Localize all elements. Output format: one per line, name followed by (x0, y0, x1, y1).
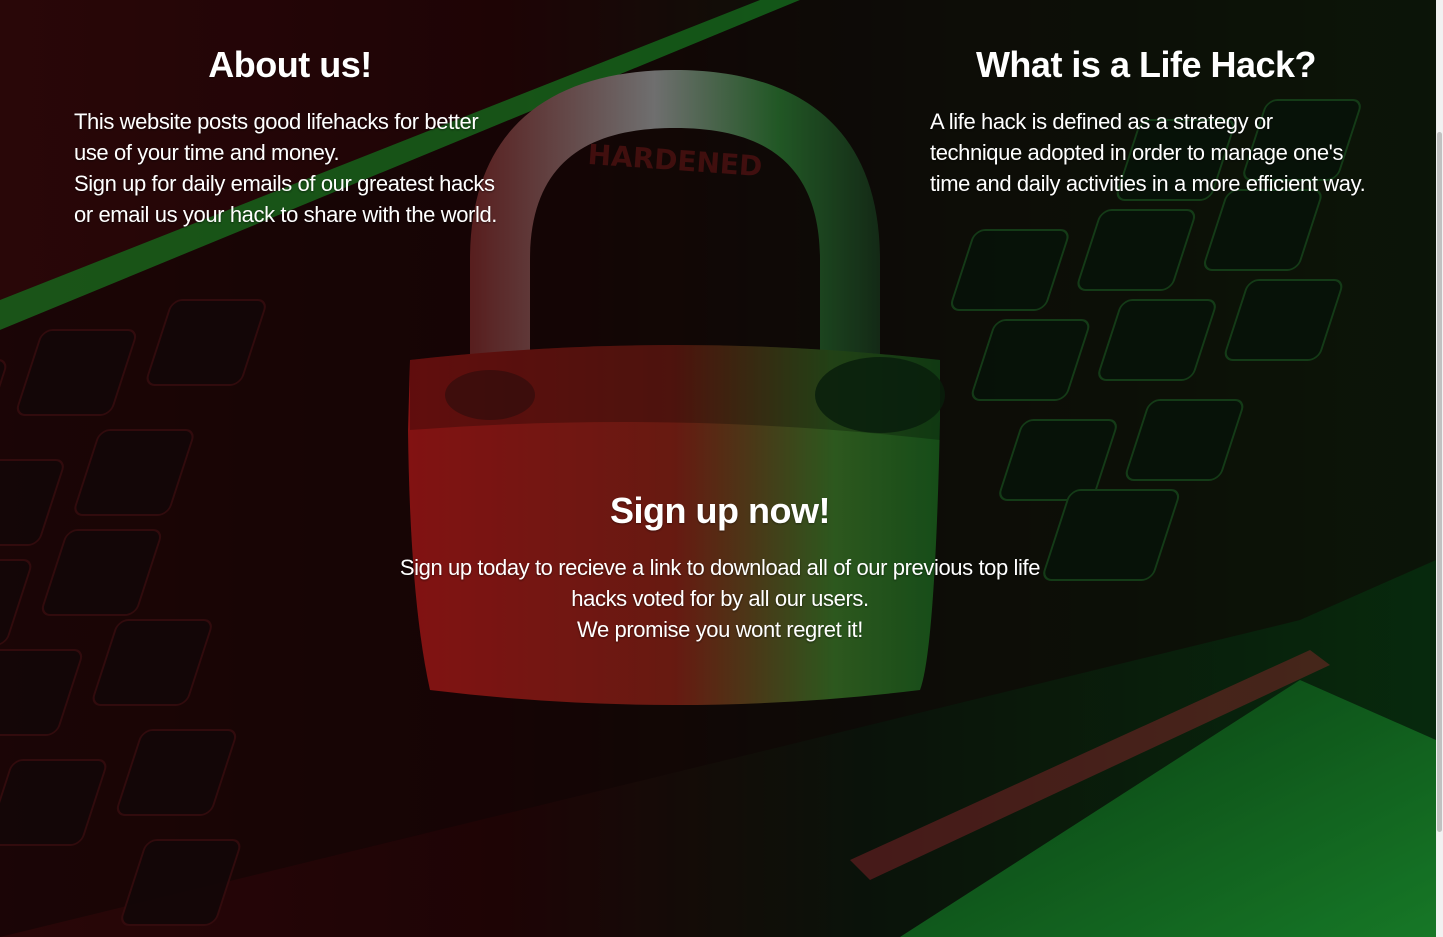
life-hack-title: What is a Life Hack? (975, 44, 1317, 85)
page: HARDENED About us! This website posts go… (0, 0, 1436, 937)
about-title: About us! (208, 44, 372, 85)
life-hack-section: What is a Life Hack? A life hack is defi… (930, 44, 1370, 199)
signup-text: Sign up today to recieve a link to downl… (370, 552, 1070, 645)
signup-title: Sign up now! (610, 490, 830, 531)
life-hack-text: A life hack is defined as a strategy or … (930, 109, 1366, 196)
signup-text-line2: We promise you wont regret it! (577, 617, 863, 642)
about-text-line2: Sign up for daily emails of our greatest… (74, 171, 498, 227)
signup-section: Sign up now! Sign up today to recieve a … (370, 490, 1070, 645)
vertical-scrollbar[interactable] (1436, 0, 1443, 937)
about-text-line1: This website posts good lifehacks for be… (74, 109, 479, 165)
scrollbar-thumb[interactable] (1437, 132, 1442, 832)
about-text: This website posts good lifehacks for be… (74, 106, 514, 230)
about-section: About us! This website posts good lifeha… (74, 44, 514, 230)
signup-text-line1: Sign up today to recieve a link to downl… (399, 555, 1041, 611)
